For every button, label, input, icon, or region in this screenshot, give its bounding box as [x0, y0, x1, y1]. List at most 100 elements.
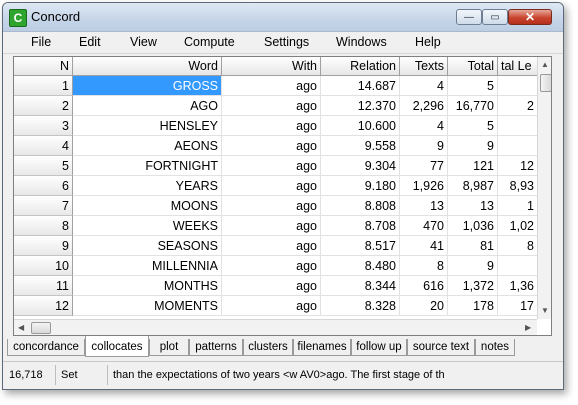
cell-word[interactable]: FORTNIGHT — [73, 156, 222, 176]
cell-with[interactable]: ago — [222, 236, 321, 256]
cell-texts[interactable]: 77 — [400, 156, 448, 176]
cell-relation[interactable]: 14.687 — [321, 76, 400, 96]
maximize-button[interactable]: ▭ — [482, 9, 508, 25]
table-row[interactable]: 9 SEASONS ago 8.517 41 81 8 — [14, 236, 538, 256]
cell-with[interactable]: ago — [222, 136, 321, 156]
cell-texts[interactable]: 41 — [400, 236, 448, 256]
cell-with[interactable]: ago — [222, 116, 321, 136]
close-button[interactable]: ✕ — [508, 9, 552, 25]
table-row[interactable]: 10 MILLENNIA ago 8.480 8 9 — [14, 256, 538, 276]
column-header-word[interactable]: Word — [73, 57, 222, 76]
cell-texts[interactable]: 4 — [400, 76, 448, 96]
cell-total[interactable]: 121 — [448, 156, 498, 176]
cell-texts[interactable]: 470 — [400, 216, 448, 236]
scroll-up-arrow-icon[interactable]: ▲ — [541, 60, 549, 69]
menu-help[interactable]: Help — [415, 35, 441, 49]
cell-word[interactable]: AEONS — [73, 136, 222, 156]
cell-with[interactable]: ago — [222, 196, 321, 216]
tab-source-text[interactable]: source text — [407, 339, 475, 356]
row-number[interactable]: 3 — [14, 116, 73, 136]
cell-relation[interactable]: 9.180 — [321, 176, 400, 196]
cell-total-left[interactable]: 1 — [498, 196, 538, 216]
cell-with[interactable]: ago — [222, 76, 321, 96]
row-number[interactable]: 10 — [14, 256, 73, 276]
column-header-n[interactable]: N — [14, 57, 73, 76]
cell-word[interactable]: GROSS — [73, 76, 222, 96]
table-row[interactable]: 1 GROSS ago 14.687 4 5 — [14, 76, 538, 96]
cell-relation[interactable]: 9.304 — [321, 156, 400, 176]
tab-follow-up[interactable]: follow up — [351, 339, 407, 356]
row-number[interactable]: 2 — [14, 96, 73, 116]
tab-plot[interactable]: plot — [149, 339, 189, 356]
cell-total[interactable]: 5 — [448, 76, 498, 96]
menu-view[interactable]: View — [130, 35, 157, 49]
cell-with[interactable]: ago — [222, 256, 321, 276]
cell-with[interactable]: ago — [222, 156, 321, 176]
row-number[interactable]: 6 — [14, 176, 73, 196]
column-header-total[interactable]: Total — [448, 57, 498, 76]
cell-relation[interactable]: 12.370 — [321, 96, 400, 116]
cell-relation[interactable]: 8.808 — [321, 196, 400, 216]
cell-total[interactable]: 5 — [448, 116, 498, 136]
cell-word[interactable]: MONTHS — [73, 276, 222, 296]
table-row[interactable]: 7 MOONS ago 8.808 13 13 1 — [14, 196, 538, 216]
menu-file[interactable]: File — [31, 35, 51, 49]
row-number[interactable]: 5 — [14, 156, 73, 176]
cell-total[interactable]: 1,036 — [448, 216, 498, 236]
tab-concordance[interactable]: concordance — [7, 339, 85, 356]
cell-word[interactable]: SEASONS — [73, 236, 222, 256]
cell-relation[interactable]: 9.558 — [321, 136, 400, 156]
cell-with[interactable]: ago — [222, 296, 321, 316]
cell-relation[interactable]: 8.480 — [321, 256, 400, 276]
row-number[interactable]: 7 — [14, 196, 73, 216]
cell-relation[interactable]: 8.708 — [321, 216, 400, 236]
column-header-texts[interactable]: Texts — [400, 57, 448, 76]
cell-relation[interactable]: 8.517 — [321, 236, 400, 256]
cell-total-left[interactable]: 2 — [498, 96, 538, 116]
horizontal-scroll-thumb[interactable] — [31, 322, 51, 334]
menu-compute[interactable]: Compute — [184, 35, 235, 49]
cell-total-left[interactable]: 1,02 — [498, 216, 538, 236]
table-row[interactable]: 12 MOMENTS ago 8.328 20 178 17 — [14, 296, 538, 316]
cell-texts[interactable]: 1,926 — [400, 176, 448, 196]
cell-word[interactable]: MILLENNIA — [73, 256, 222, 276]
cell-word[interactable]: HENSLEY — [73, 116, 222, 136]
row-number[interactable]: 1 — [14, 76, 73, 96]
cell-word[interactable]: MOMENTS — [73, 296, 222, 316]
cell-texts[interactable]: 8 — [400, 256, 448, 276]
cell-total-left[interactable] — [498, 76, 538, 96]
table-row[interactable]: 3 HENSLEY ago 10.600 4 5 — [14, 116, 538, 136]
table-row[interactable]: 6 YEARS ago 9.180 1,926 8,987 8,93 — [14, 176, 538, 196]
cell-total-left[interactable] — [498, 256, 538, 276]
cell-total-left[interactable]: 8 — [498, 236, 538, 256]
cell-relation[interactable]: 8.344 — [321, 276, 400, 296]
cell-word[interactable]: YEARS — [73, 176, 222, 196]
cell-total-left[interactable]: 17 — [498, 296, 538, 316]
vertical-scroll-thumb[interactable] — [540, 74, 551, 92]
column-header-total-left[interactable]: tal Le — [498, 57, 538, 76]
row-number[interactable]: 9 — [14, 236, 73, 256]
cell-total[interactable]: 8,987 — [448, 176, 498, 196]
cell-texts[interactable]: 13 — [400, 196, 448, 216]
scroll-down-arrow-icon[interactable]: ▼ — [541, 306, 549, 315]
cell-texts[interactable]: 2,296 — [400, 96, 448, 116]
tab-collocates[interactable]: collocates — [85, 336, 149, 357]
table-row[interactable]: 8 WEEKS ago 8.708 470 1,036 1,02 — [14, 216, 538, 236]
cell-word[interactable]: MOONS — [73, 196, 222, 216]
row-number[interactable]: 4 — [14, 136, 73, 156]
table-row[interactable]: 5 FORTNIGHT ago 9.304 77 121 12 — [14, 156, 538, 176]
cell-total[interactable]: 9 — [448, 136, 498, 156]
cell-with[interactable]: ago — [222, 276, 321, 296]
table-row[interactable]: 11 MONTHS ago 8.344 616 1,372 1,36 — [14, 276, 538, 296]
cell-texts[interactable]: 9 — [400, 136, 448, 156]
cell-texts[interactable]: 4 — [400, 116, 448, 136]
cell-texts[interactable]: 616 — [400, 276, 448, 296]
scroll-right-arrow-icon[interactable]: ▶ — [525, 323, 531, 332]
menu-windows[interactable]: Windows — [336, 35, 387, 49]
cell-total[interactable]: 81 — [448, 236, 498, 256]
row-number[interactable]: 8 — [14, 216, 73, 236]
row-number[interactable]: 12 — [14, 296, 73, 316]
cell-total-left[interactable] — [498, 136, 538, 156]
vertical-scrollbar[interactable]: ▲ ▼ — [537, 57, 551, 319]
cell-relation[interactable]: 8.328 — [321, 296, 400, 316]
